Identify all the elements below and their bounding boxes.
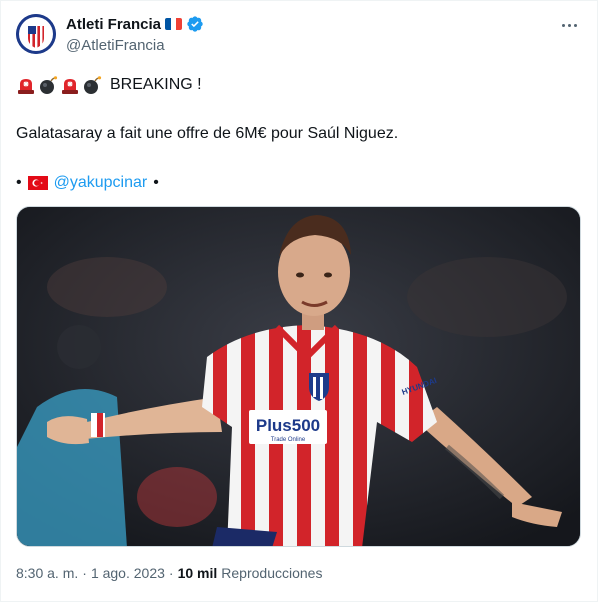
views-label: Reproducciones	[221, 565, 323, 581]
views-count: 10 mil	[177, 565, 218, 581]
player-celebration-photo: Plus500 Trade Online HYUNDAI	[17, 207, 580, 546]
bomb-icon	[40, 76, 58, 94]
author-name-row[interactable]: Atleti Francia	[66, 15, 204, 33]
author-handle[interactable]: @AtletiFrancia	[66, 37, 165, 54]
meta-separator: ·	[82, 565, 87, 581]
tweet-line-breaking: BREAKING !	[16, 75, 202, 95]
meta-separator: ·	[168, 565, 174, 581]
rotating-light-icon	[62, 79, 78, 94]
tweet-meta: 8:30 a. m. · 1 ago. 2023 · 10 mil Reprod…	[16, 565, 322, 581]
mention-link[interactable]: @yakupcinar	[54, 174, 148, 192]
breaking-text: BREAKING !	[110, 76, 202, 93]
avatar[interactable]	[16, 14, 56, 54]
tweet-source-line: • @yakupcinar •	[16, 174, 159, 192]
tweet-body-text: Galatasaray a fait une offre de 6M€ pour…	[16, 125, 399, 142]
rotating-light-icon	[18, 79, 34, 94]
bomb-icon	[84, 76, 102, 94]
tweet-date[interactable]: 1 ago. 2023	[91, 565, 165, 581]
more-options-icon[interactable]	[558, 14, 580, 36]
bullet-prefix: •	[16, 174, 22, 191]
turkey-flag-icon	[27, 176, 48, 190]
display-name[interactable]: Atleti Francia	[66, 16, 161, 33]
atletico-crest-icon	[16, 14, 56, 54]
france-flag-icon	[165, 18, 183, 30]
tweet-time[interactable]: 8:30 a. m.	[16, 565, 78, 581]
verified-badge-icon	[187, 16, 203, 32]
sponsor-subtext: Trade Online	[271, 437, 306, 443]
bullet-suffix: •	[153, 174, 159, 191]
tweet-media-photo[interactable]: Plus500 Trade Online HYUNDAI	[16, 206, 581, 547]
sponsor-text: Plus500	[256, 416, 320, 435]
